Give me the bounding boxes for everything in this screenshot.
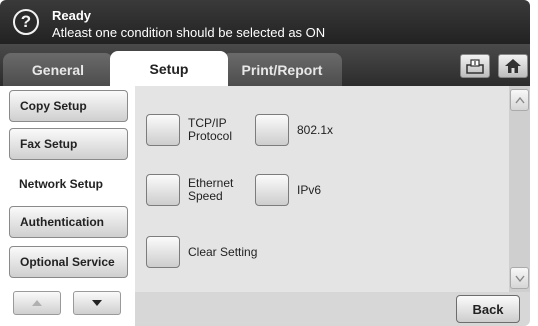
network-setup-content: TCP/IP Protocol 802.1x Ethernet Speed IP… — [135, 86, 530, 326]
help-icon[interactable]: ? — [13, 9, 39, 35]
chevron-up-icon — [514, 96, 525, 103]
sidebar-item-network-setup[interactable]: Network Setup — [9, 168, 138, 200]
sidebar-scroll-down-button[interactable] — [73, 291, 121, 315]
sidebar-item-authentication[interactable]: Authentication — [9, 206, 128, 238]
status-title: Ready — [52, 8, 92, 23]
options-area: TCP/IP Protocol 802.1x Ethernet Speed IP… — [135, 86, 509, 292]
sidebar: Copy Setup Fax Setup Network Setup Authe… — [0, 86, 138, 326]
home-button[interactable] — [498, 54, 528, 78]
status-message: Atleast one condition should be selected… — [52, 25, 326, 40]
8021x-button[interactable] — [255, 114, 289, 146]
sidebar-item-copy-setup[interactable]: Copy Setup — [9, 90, 128, 122]
option-tcpip-protocol[interactable]: TCP/IP Protocol — [146, 114, 232, 146]
printer-panel: ? Ready Atleast one condition should be … — [0, 0, 530, 326]
sidebar-item-optional-service[interactable]: Optional Service — [9, 246, 128, 278]
tab-setup[interactable]: Setup — [110, 51, 228, 86]
tcpip-protocol-label: TCP/IP Protocol — [188, 116, 233, 143]
tab-print-report[interactable]: Print/Report — [222, 53, 342, 86]
content-scroll-down-button[interactable] — [510, 267, 529, 289]
up-arrow-icon — [32, 300, 42, 306]
clear-setting-label: Clear Setting — [188, 244, 258, 259]
back-button[interactable]: Back — [456, 295, 520, 323]
content-scroll-up-button[interactable] — [510, 89, 529, 111]
option-clear-setting[interactable]: Clear Setting — [146, 236, 257, 268]
content-footer: Back — [135, 292, 530, 326]
job-status-button[interactable] — [460, 54, 490, 78]
ipv6-button[interactable] — [255, 174, 289, 206]
ethernet-speed-label: Ethernet Speed — [188, 176, 234, 203]
home-icon — [505, 59, 521, 73]
option-8021x[interactable]: 802.1x — [255, 114, 333, 146]
tray-icon — [466, 59, 484, 74]
tab-bar: General Print/Report Setup — [0, 44, 530, 86]
ipv6-label: IPv6 — [297, 182, 322, 197]
option-ipv6[interactable]: IPv6 — [255, 174, 321, 206]
chevron-down-icon — [514, 275, 525, 282]
down-arrow-icon — [92, 300, 102, 306]
sidebar-scroll-up-button[interactable] — [13, 291, 61, 315]
sidebar-item-fax-setup[interactable]: Fax Setup — [9, 128, 128, 160]
clear-setting-button[interactable] — [146, 236, 180, 268]
ethernet-speed-button[interactable] — [146, 174, 180, 206]
sidebar-scroll-controls — [13, 291, 125, 315]
tcpip-protocol-button[interactable] — [146, 114, 180, 146]
8021x-label: 802.1x — [297, 122, 334, 137]
content-scrollbar[interactable] — [509, 86, 530, 292]
tab-general[interactable]: General — [3, 53, 113, 86]
option-ethernet-speed[interactable]: Ethernet Speed — [146, 174, 233, 206]
